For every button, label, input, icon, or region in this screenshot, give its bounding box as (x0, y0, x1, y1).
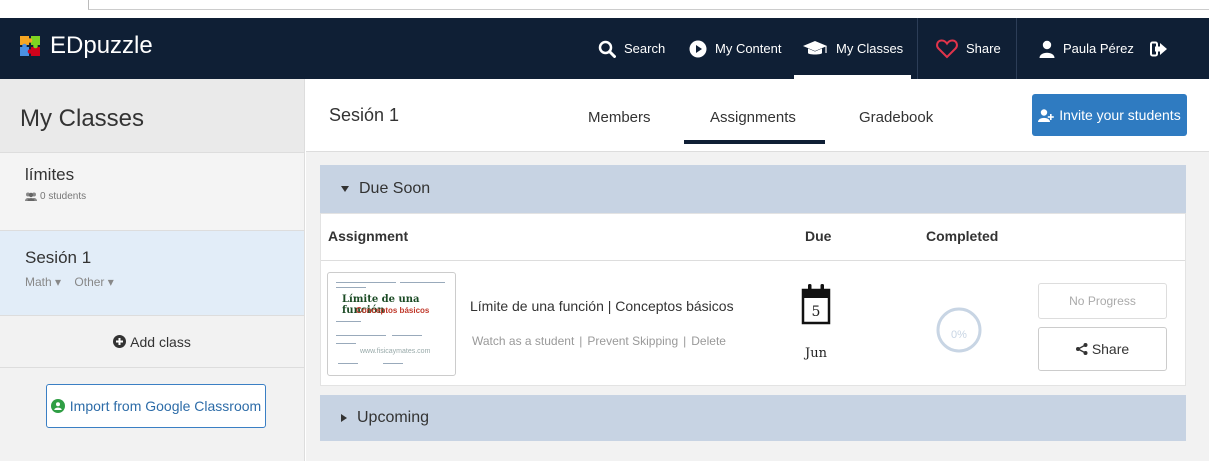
action-separator: | (579, 334, 583, 348)
share-button-label: Share (1091, 341, 1130, 357)
logout-button[interactable] (1150, 18, 1176, 79)
thumbnail-scribble (336, 287, 366, 288)
caret-right-icon (341, 414, 347, 422)
nav-user-name: Paula Pérez (1063, 41, 1134, 56)
sidebar-class-sesion-1[interactable]: Sesión 1 Math ▾ Other ▾ (0, 231, 304, 316)
import-button-label: Import from Google Classroom (69, 398, 262, 414)
nav-divider (1016, 18, 1017, 79)
top-navbar: EDpuzzle Search My Content My Classes Sh… (0, 18, 1209, 79)
thumbnail-watermark: www.fisicaymates.com (360, 348, 431, 355)
assignment-title[interactable]: Límite de una función | Conceptos básico… (470, 298, 734, 314)
search-icon (598, 40, 616, 58)
nav-my-classes-label: My Classes (836, 41, 904, 56)
class-students: 0 students (25, 191, 304, 202)
due-day: 5 (811, 304, 821, 320)
thumbnail-scribble (383, 363, 403, 364)
assignment-thumbnail[interactable]: Límite de una función Conceptos básicos … (327, 272, 456, 376)
nav-user-menu[interactable]: Paula Pérez (1039, 18, 1134, 79)
nav-share[interactable]: Share (936, 18, 1001, 79)
classes-sidebar: My Classes límites 0 students Sesión 1 M… (0, 79, 305, 461)
nav-divider (917, 18, 918, 79)
tab-members[interactable]: Members (588, 109, 651, 126)
add-class-label: Add class (130, 333, 191, 350)
thumbnail-subtitle: Conceptos básicos (356, 306, 430, 315)
browser-top-strip (0, 0, 1209, 18)
subject-label: Math (25, 275, 52, 289)
google-classroom-icon (50, 399, 65, 413)
grade-label: Other (74, 275, 105, 289)
thumbnail-scribble (336, 343, 356, 344)
completion-progress: 0% (935, 306, 983, 359)
upcoming-label: Upcoming (357, 409, 430, 426)
class-name: límites (25, 165, 75, 184)
tab-assignments[interactable]: Assignments (710, 109, 796, 126)
class-tags: Math ▾ Other ▾ (25, 275, 304, 289)
play-circle-icon (689, 40, 707, 57)
nav-my-content-label: My Content (715, 41, 782, 56)
due-soon-label: Due Soon (359, 180, 431, 197)
thumbnail-scribble (338, 363, 358, 364)
user-icon (1039, 40, 1055, 58)
group-icon (25, 192, 37, 201)
class-students-count: 0 students (40, 191, 87, 202)
class-name: Sesión 1 (25, 248, 92, 267)
watch-as-student-link[interactable]: Watch as a student (472, 334, 574, 348)
thumbnail-scribble (336, 282, 396, 283)
due-month: Jun (805, 346, 827, 361)
tab-gradebook[interactable]: Gradebook (859, 109, 933, 126)
browser-tab-edge (88, 0, 1209, 10)
class-title: Sesión 1 (329, 105, 400, 125)
main-content: Sesión 1 Members Assignments Gradebook I… (306, 79, 1209, 461)
import-google-classroom-button[interactable]: Import from Google Classroom (46, 384, 266, 428)
action-separator: | (683, 334, 687, 348)
prevent-skipping-link[interactable]: Prevent Skipping (587, 334, 678, 348)
table-header-divider (321, 260, 1185, 261)
active-tab-indicator (684, 140, 825, 144)
assignments-table: Assignment Due Completed Límite de una f… (320, 213, 1186, 386)
completion-percent: 0% (951, 329, 967, 341)
column-header-assignment: Assignment (328, 228, 409, 244)
caret-down-icon: ▾ (107, 275, 114, 289)
thumbnail-scribble (392, 335, 422, 336)
grade-dropdown[interactable]: Other ▾ (74, 275, 113, 289)
column-header-completed: Completed (926, 228, 999, 244)
graduation-cap-icon (803, 40, 827, 54)
column-header-due: Due (805, 228, 832, 244)
due-soon-header[interactable]: Due Soon (320, 165, 1186, 213)
puzzle-logo-icon (20, 36, 40, 56)
add-user-icon (1038, 108, 1055, 122)
caret-down-icon: ▾ (55, 275, 62, 289)
nav-search-label: Search (624, 41, 666, 56)
thumbnail-scribble (400, 282, 445, 283)
nav-search[interactable]: Search (598, 18, 665, 79)
class-header: Sesión 1 Members Assignments Gradebook I… (306, 79, 1209, 152)
delete-link[interactable]: Delete (691, 334, 726, 348)
thumbnail-scribble (336, 321, 361, 322)
nav-share-label: Share (966, 41, 1001, 56)
logout-icon (1150, 41, 1167, 56)
share-assignment-button[interactable]: Share (1038, 327, 1167, 371)
heart-icon (936, 38, 958, 58)
invite-button-label: Invite your students (1059, 107, 1181, 123)
share-icon (1075, 343, 1088, 355)
upcoming-header[interactable]: Upcoming (320, 395, 1186, 441)
assignment-actions: Watch as a student | Prevent Skipping | Dele… (472, 334, 726, 348)
caret-down-icon (341, 186, 349, 192)
sidebar-title: My Classes (0, 79, 304, 153)
thumbnail-scribble (336, 335, 386, 336)
add-class-button[interactable]: Add class (0, 316, 304, 368)
nav-my-classes[interactable]: My Classes (793, 18, 912, 79)
plus-circle-icon (113, 335, 127, 348)
sidebar-class-limites[interactable]: límites 0 students (0, 153, 304, 231)
edpuzzle-logo[interactable]: EDpuzzle (18, 32, 153, 60)
nav-my-content[interactable]: My Content (689, 18, 781, 79)
logo-text: EDpuzzle (50, 32, 153, 59)
no-progress-button: No Progress (1038, 283, 1167, 319)
invite-students-button[interactable]: Invite your students (1032, 94, 1187, 136)
subject-dropdown[interactable]: Math ▾ (25, 275, 61, 289)
